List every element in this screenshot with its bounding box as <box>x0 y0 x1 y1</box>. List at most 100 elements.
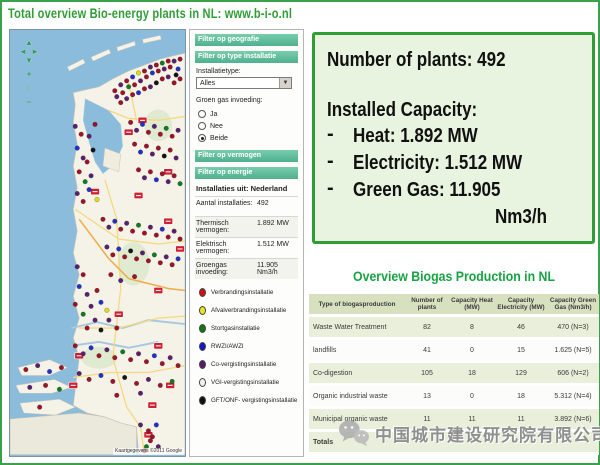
radio-icon[interactable] <box>198 122 206 130</box>
map-marker[interactable] <box>172 229 177 234</box>
map-marker[interactable] <box>81 272 86 277</box>
map-marker[interactable] <box>158 383 163 388</box>
map-marker[interactable] <box>138 391 143 396</box>
filter-bar-power[interactable]: Filter op vermogen <box>195 150 298 162</box>
map-marker[interactable] <box>87 187 92 192</box>
map-marker[interactable] <box>99 328 104 333</box>
map-marker[interactable] <box>160 227 165 232</box>
map-marker[interactable] <box>75 191 80 196</box>
map-marker[interactable] <box>176 67 181 72</box>
map-marker[interactable] <box>81 156 86 161</box>
map-marker[interactable] <box>142 86 147 91</box>
map-marker[interactable] <box>178 181 183 186</box>
filter-bar-energy[interactable]: Filter op energie <box>195 167 298 179</box>
map-marker[interactable] <box>132 274 137 279</box>
map-marker[interactable] <box>146 377 151 382</box>
map-marker[interactable] <box>85 160 90 165</box>
map-marker[interactable] <box>174 156 179 161</box>
map-marker[interactable] <box>152 353 157 358</box>
map-marker[interactable] <box>116 247 121 252</box>
map-marker[interactable] <box>148 170 153 175</box>
map-marker[interactable] <box>154 233 159 238</box>
map-marker[interactable] <box>136 90 141 95</box>
map-marker[interactable] <box>154 177 159 182</box>
map-navigation-control[interactable]: ▲ ◄ ► ▼ + ○ − <box>18 38 40 107</box>
map-marker[interactable] <box>178 237 183 242</box>
map-marker[interactable] <box>126 85 131 90</box>
radio-option-ja[interactable]: Ja <box>198 108 298 120</box>
map-marker[interactable] <box>160 61 165 66</box>
map-marker[interactable] <box>168 65 173 70</box>
map-marker[interactable] <box>150 71 155 76</box>
map-marker[interactable] <box>136 71 141 76</box>
map-marker[interactable] <box>176 257 181 262</box>
map-marker[interactable] <box>146 130 151 135</box>
map-marker[interactable] <box>134 381 139 386</box>
map-marker[interactable] <box>156 69 161 74</box>
map-marker[interactable] <box>154 423 159 428</box>
map-marker[interactable] <box>75 146 80 151</box>
map-marker[interactable] <box>73 344 78 349</box>
map-marker[interactable] <box>122 375 127 380</box>
map-marker[interactable] <box>168 148 173 153</box>
map-marker[interactable] <box>174 73 179 78</box>
map-marker[interactable] <box>166 179 171 184</box>
map-marker[interactable] <box>136 351 141 356</box>
map-marker[interactable] <box>176 363 181 368</box>
map-marker[interactable] <box>81 199 86 204</box>
map-marker[interactable] <box>77 284 82 289</box>
map-marker[interactable] <box>115 393 120 398</box>
map-marker[interactable] <box>176 128 181 133</box>
map-marker[interactable] <box>35 363 40 368</box>
map-marker[interactable] <box>138 423 143 428</box>
map-marker[interactable] <box>81 312 86 317</box>
map-marker[interactable] <box>43 383 48 388</box>
map-marker[interactable] <box>166 75 171 80</box>
map-marker[interactable] <box>146 429 151 434</box>
map-marker[interactable] <box>87 377 92 382</box>
map-marker[interactable] <box>150 435 155 440</box>
map-pan-left-icon[interactable]: ◄ <box>19 47 27 56</box>
map-marker[interactable] <box>150 152 155 157</box>
map-marker[interactable] <box>128 249 133 254</box>
map-marker[interactable] <box>81 351 86 356</box>
map-marker[interactable] <box>172 81 177 86</box>
map-zoom-in-icon[interactable]: + <box>18 70 40 79</box>
map-marker[interactable] <box>97 353 102 358</box>
map-marker[interactable] <box>120 349 125 354</box>
map-marker[interactable] <box>138 79 143 84</box>
map-marker[interactable] <box>115 94 120 99</box>
map-marker[interactable] <box>113 88 118 93</box>
map-marker[interactable] <box>122 255 127 260</box>
map-marker[interactable] <box>89 346 94 351</box>
map-marker[interactable] <box>124 79 129 84</box>
map-marker[interactable] <box>77 371 82 376</box>
map-marker[interactable] <box>79 132 84 137</box>
map-marker[interactable] <box>87 134 92 139</box>
map-marker[interactable] <box>85 326 90 331</box>
map-marker[interactable] <box>73 302 78 307</box>
map-marker[interactable] <box>111 379 116 384</box>
filter-bar-installation-type[interactable]: Filter op type installatie <box>195 51 298 63</box>
map-marker[interactable] <box>57 387 62 392</box>
map-zoom-out-icon[interactable]: − <box>18 98 40 107</box>
map-marker[interactable] <box>130 92 135 97</box>
map-marker[interactable] <box>28 385 33 390</box>
map-marker[interactable] <box>154 63 159 68</box>
map-marker[interactable] <box>95 197 100 202</box>
map-marker[interactable] <box>124 221 129 226</box>
map-marker[interactable] <box>156 146 161 151</box>
map-marker[interactable] <box>178 57 183 62</box>
map-marker[interactable] <box>99 373 104 378</box>
map-marker[interactable] <box>172 173 177 178</box>
installation-type-select[interactable]: Alles ▼ <box>196 77 292 89</box>
map-netherlands[interactable]: ▲ ◄ ► ▼ + ○ − Kaartgegevens ©2011 Google <box>9 29 186 457</box>
map-marker[interactable] <box>101 217 106 222</box>
map-marker[interactable] <box>132 142 137 147</box>
map-marker[interactable] <box>118 100 123 105</box>
map-marker[interactable] <box>136 223 141 228</box>
map-marker[interactable] <box>152 253 157 258</box>
map-marker[interactable] <box>130 75 135 80</box>
radio-icon[interactable] <box>198 134 206 142</box>
map-marker[interactable] <box>130 229 135 234</box>
